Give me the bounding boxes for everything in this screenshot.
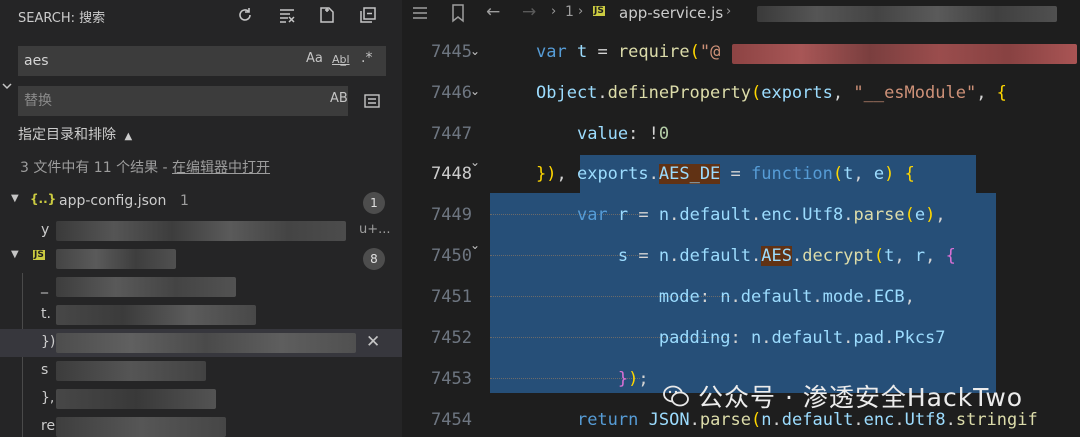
open-in-editor-link[interactable]: 在编辑器中打开 <box>172 160 270 176</box>
list-icon[interactable] <box>410 3 430 27</box>
redacted-text <box>56 221 346 241</box>
fold-chevron-icon[interactable]: ⌄ <box>470 155 480 169</box>
wechat-icon <box>662 382 690 410</box>
line-number: 7452 <box>431 328 472 348</box>
redacted-text <box>757 6 1057 22</box>
js-file-icon: JS <box>33 250 45 260</box>
file-match-count-inline: 1 <box>180 193 189 209</box>
result-line[interactable]: s <box>0 357 402 385</box>
editor-pane: ← → › 1 › JS app-service.js › 7445 7446 … <box>402 0 1080 437</box>
fold-chevron-icon[interactable]: ⌄ <box>470 238 480 252</box>
code-line: }); <box>617 369 649 389</box>
back-arrow-icon[interactable]: ← <box>486 2 500 22</box>
result-line[interactable]: y u+... <box>0 217 402 245</box>
collapse-all-icon[interactable] <box>356 3 380 27</box>
fold-chevron-icon[interactable]: ⌄ <box>470 44 480 58</box>
chevron-down-icon: ▼ <box>11 193 19 204</box>
breadcrumb-file[interactable]: app-service.js <box>619 4 723 22</box>
breadcrumb-chevron-icon: › <box>726 4 732 19</box>
breadcrumb-chevron-icon: › <box>578 4 584 19</box>
replace-input[interactable] <box>24 90 284 112</box>
new-search-editor-icon[interactable] <box>315 3 339 27</box>
caret-up-icon: ▲ <box>124 131 133 142</box>
result-line-prefix: s <box>41 362 49 378</box>
code-line: Object.defineProperty(exports, "__esModu… <box>536 83 1007 103</box>
results-summary: 3 文件中有 11 个结果 - 在编辑器中打开 <box>20 157 270 177</box>
chevron-down-icon: ▼ <box>11 249 19 260</box>
replace-field: AB <box>18 86 348 116</box>
use-regex-icon[interactable]: .* <box>361 50 372 66</box>
result-file-js[interactable]: ▼ JS 8 <box>0 245 402 273</box>
preserve-case-icon[interactable]: AB <box>330 91 348 106</box>
json-file-icon: {..} <box>30 192 57 206</box>
result-line[interactable]: }, <box>0 385 402 413</box>
result-line-prefix: re <box>41 418 56 434</box>
search-input[interactable] <box>24 50 284 72</box>
match-whole-word-icon[interactable]: Ab̲l <box>332 53 350 66</box>
sidebar-title: SEARCH: 搜索 <box>18 11 106 26</box>
bookmark-icon[interactable] <box>450 3 466 27</box>
match-count-badge: 8 <box>363 248 385 270</box>
include-exclude-toggle[interactable]: 指定目录和排除 ▲ <box>18 124 132 144</box>
result-line-prefix: }) <box>41 334 56 350</box>
code-line: mode: n.default.mode.ECB, <box>658 287 915 307</box>
line-number-current: 7448 <box>431 164 472 184</box>
clear-results-icon[interactable] <box>275 3 299 27</box>
redacted-text <box>56 361 206 381</box>
result-line-prefix: }, <box>41 390 55 406</box>
line-number: 7446 <box>431 83 472 103</box>
result-line[interactable]: re <box>0 413 402 437</box>
result-line-prefix: _ <box>41 278 48 294</box>
result-line-prefix: y <box>41 222 50 238</box>
js-file-icon: JS <box>593 6 605 16</box>
forward-arrow-icon[interactable]: → <box>522 2 536 22</box>
fold-chevron-icon[interactable]: ⌄ <box>470 84 480 98</box>
search-sidebar: SEARCH: 搜索 Aa Ab̲l .* AB 指定目录和排除 ▲ 3 文件中… <box>0 0 402 437</box>
redacted-text <box>56 417 226 437</box>
code-line: var t = require("@ <box>536 42 721 62</box>
result-line-hovered[interactable]: }) ✕ <box>0 329 402 357</box>
line-number: 7453 <box>431 369 472 389</box>
result-line-prefix: t. <box>41 306 51 322</box>
redacted-text <box>732 44 1077 64</box>
breadcrumb-chevron-icon: › <box>551 4 557 19</box>
dismiss-result-icon[interactable]: ✕ <box>366 332 380 352</box>
watermark: 公众号 · 渗透安全HackTwo <box>662 378 1023 414</box>
redacted-text <box>56 389 216 409</box>
match-case-icon[interactable]: Aa <box>306 51 323 66</box>
line-number: 7447 <box>431 124 472 144</box>
line-number: 7450 <box>431 246 472 266</box>
results-summary-text: 3 文件中有 11 个结果 - <box>20 160 173 176</box>
line-number: 7445 <box>431 42 472 62</box>
redacted-text <box>56 305 256 325</box>
refresh-icon[interactable] <box>233 3 257 27</box>
line-number: 7449 <box>431 205 472 225</box>
watermark-text: 公众号 · 渗透安全HackTwo <box>698 383 1024 412</box>
code-line: value: !0 <box>576 124 670 144</box>
replace-all-icon[interactable] <box>362 92 382 110</box>
redacted-text <box>56 277 236 297</box>
code-line: padding: n.default.pad.Pkcs7 <box>658 328 946 348</box>
breadcrumb-number[interactable]: 1 <box>565 4 574 20</box>
result-file-app-config[interactable]: ▼ {..} app-config.json 1 1 <box>0 189 402 217</box>
toggle-replace-chevron-icon[interactable] <box>1 77 13 90</box>
editor-breadcrumb-bar: ← → › 1 › JS app-service.js › <box>402 0 1080 28</box>
search-field: Aa Ab̲l .* <box>18 46 386 76</box>
file-name: app-config.json <box>59 193 167 209</box>
include-exclude-label: 指定目录和排除 <box>18 127 116 143</box>
result-line-suffix: u+... <box>359 222 391 237</box>
result-line[interactable]: _ <box>0 273 402 301</box>
code-line: s = n.default.AES.decrypt(t, r, { <box>617 246 956 266</box>
result-line[interactable]: t. <box>0 301 402 329</box>
line-number: 7454 <box>431 410 472 430</box>
redacted-text <box>56 333 356 353</box>
match-count-badge: 1 <box>363 192 385 214</box>
redacted-text <box>56 249 176 269</box>
line-number: 7451 <box>431 287 472 307</box>
sidebar-header: SEARCH: 搜索 <box>0 0 402 30</box>
code-line: }), exports.AES_DE = function(t, e) { <box>536 164 915 184</box>
code-line: var r = n.default.enc.Utf8.parse(e), <box>576 205 946 225</box>
